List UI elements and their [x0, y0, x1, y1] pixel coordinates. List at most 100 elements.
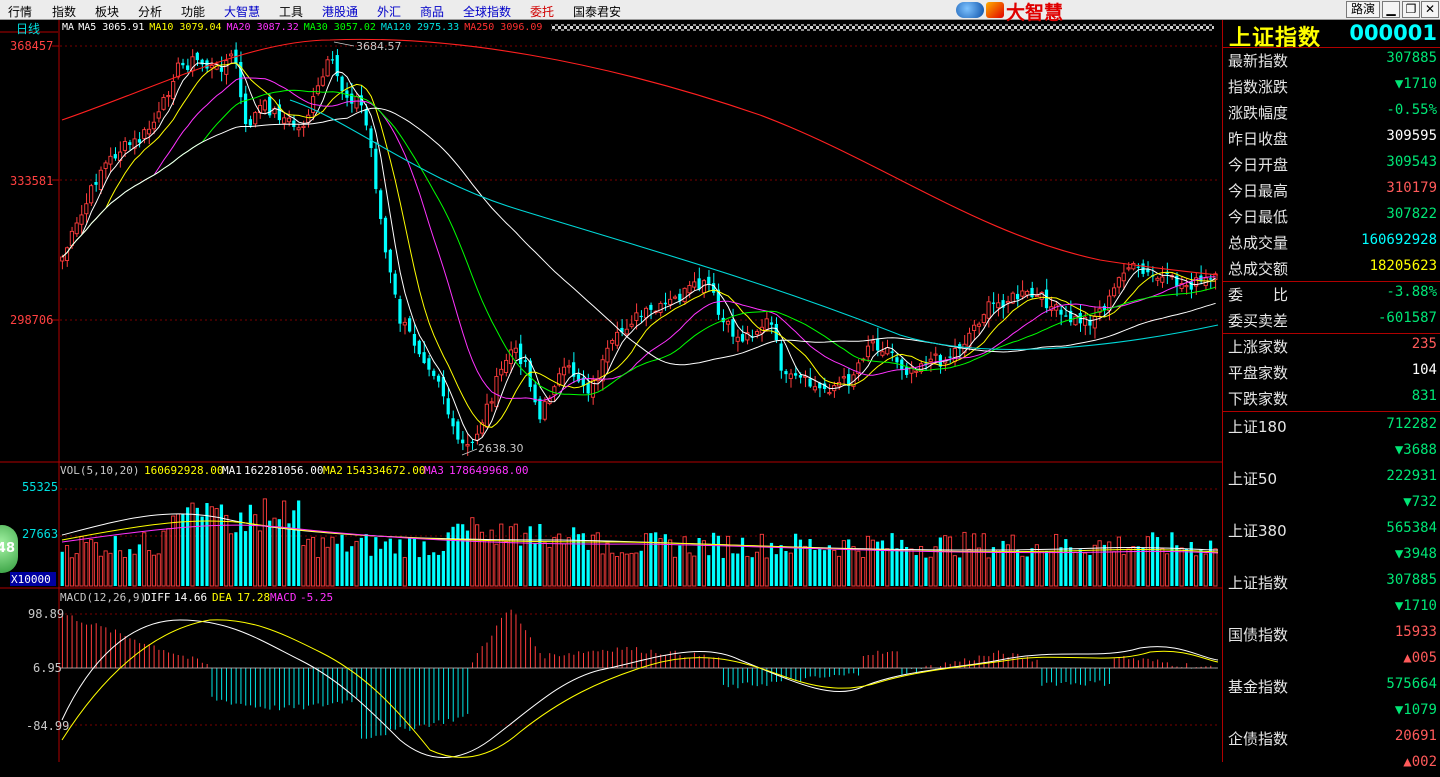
candle-body — [432, 370, 436, 376]
menu-item-global-index[interactable]: 全球指数 — [463, 3, 511, 20]
volume-bar — [904, 546, 909, 586]
volume-bar — [142, 532, 147, 587]
macd-axis-label-low: -84.99 — [26, 719, 69, 733]
quote-row-label: 涨跌幅度 — [1228, 104, 1289, 122]
roadshow-button[interactable]: 路演 — [1346, 1, 1380, 18]
index-quote-item[interactable]: 国债指数 15933 ▲005 — [1223, 621, 1440, 673]
volume-bar — [1199, 548, 1203, 586]
volume-bar — [827, 545, 831, 586]
menu-item-functions[interactable]: 功能 — [181, 3, 205, 20]
volume-bar — [1092, 544, 1097, 587]
candle-body — [827, 392, 832, 395]
quote-row-label: 今日开盘 — [1228, 156, 1289, 174]
candle-body — [74, 222, 79, 235]
candle-body — [398, 299, 402, 324]
volume-bar — [234, 532, 238, 586]
period-label[interactable]: 日线 — [16, 22, 40, 36]
menu-item-hk-connect[interactable]: 港股通 — [322, 3, 358, 20]
volume-bar — [1208, 540, 1213, 586]
index-quote-item[interactable]: 基金指数 575664 ▼1079 — [1223, 673, 1440, 725]
volume-bar — [542, 542, 547, 587]
volume-bar — [1170, 532, 1174, 586]
candle-body — [84, 203, 89, 215]
quote-row: 昨日收盘 309595 — [1223, 125, 1440, 151]
volume-bar — [209, 506, 214, 587]
macd-dea-line — [61, 619, 1219, 758]
menu-item-dzh[interactable]: 大智慧 — [224, 3, 260, 20]
candle-body — [523, 360, 528, 362]
quote-row-value: -0.55% — [1386, 102, 1437, 118]
volume-bar — [402, 557, 407, 587]
menu-item-analysis[interactable]: 分析 — [138, 3, 162, 20]
minimize-icon[interactable]: ▁ — [1382, 1, 1400, 18]
candle-body — [1015, 293, 1020, 300]
volume-bar — [552, 536, 557, 587]
volume-panel — [60, 498, 1219, 587]
candle-body — [108, 155, 113, 165]
volume-bar — [701, 540, 707, 587]
menu-item-gtja[interactable]: 国泰君安 — [573, 3, 621, 20]
vol-legend-ma3: 178649968.00 — [449, 464, 528, 477]
volume-bar — [422, 541, 426, 586]
volume-bar — [1155, 537, 1160, 586]
volume-bar — [74, 553, 79, 587]
volume-bar — [393, 553, 397, 586]
menu-item-commodity[interactable]: 商品 — [420, 3, 444, 20]
volume-bar — [851, 546, 856, 587]
volume-bar — [1141, 547, 1145, 586]
menu-item-forex[interactable]: 外汇 — [377, 3, 401, 20]
volume-bar — [692, 555, 697, 587]
volume-bar — [461, 524, 465, 586]
candle-body — [538, 398, 542, 420]
volume-bar — [764, 557, 769, 587]
candle-body — [301, 125, 306, 128]
menu-item-trade[interactable]: 委托 — [530, 3, 554, 20]
volume-bar — [1049, 550, 1054, 587]
volume-bar — [678, 545, 682, 586]
close-icon[interactable]: ✕ — [1421, 1, 1439, 18]
volume-bar — [1126, 548, 1131, 587]
index-quote-item[interactable]: 企债指数 20691 ▲002 — [1223, 725, 1440, 777]
menu-item-quotes[interactable]: 行情 — [8, 3, 32, 20]
candle-body — [735, 336, 740, 342]
volume-bar — [513, 523, 518, 587]
notification-badge[interactable]: 48 — [0, 525, 18, 573]
ma-legend-item: MA10 3079.04 — [149, 22, 221, 33]
volume-bar — [195, 507, 199, 586]
candle-body — [779, 343, 783, 371]
volume-bar — [451, 526, 455, 586]
menu-item-index[interactable]: 指数 — [52, 3, 76, 20]
quote-row-value: 18205623 — [1369, 258, 1437, 274]
quote-panel: 上证指数 000001 最新指数 307885 指数涨跌 ▼1710 涨跌幅度 -0.55… — [1222, 20, 1440, 770]
candle-body — [113, 154, 117, 159]
candle-body — [643, 307, 649, 319]
index-quote-item[interactable]: 上证50 222931 ▼732 — [1223, 465, 1440, 517]
quote-separator — [1223, 281, 1440, 282]
candle-body — [697, 278, 701, 290]
candle-body — [890, 351, 894, 354]
index-quote-value: 565384 — [1386, 520, 1437, 536]
volume-bar — [880, 540, 885, 586]
volume-bar — [938, 537, 942, 586]
menu-item-tools[interactable]: 工具 — [279, 3, 303, 20]
quote-row-label: 总成交额 — [1228, 260, 1289, 278]
volume-bar — [962, 531, 967, 587]
restore-icon[interactable]: ❐ — [1402, 1, 1420, 18]
candle-body — [60, 256, 65, 262]
menu-item-sector[interactable]: 板块 — [95, 3, 119, 20]
quote-row-value: 307885 — [1386, 50, 1437, 66]
candle-body — [981, 314, 986, 324]
volume-bar — [643, 533, 649, 587]
volume-bar — [1015, 549, 1020, 586]
ma10-line — [62, 62, 1216, 428]
kline-chart[interactable]: 日线 MA MA5 3065.91 MA10 3079.04 MA20 3087.32… — [0, 20, 1222, 762]
index-quote-item[interactable]: 上证指数 307885 ▼1710 — [1223, 569, 1440, 621]
volume-bar — [976, 547, 982, 587]
volume-bar — [518, 545, 523, 586]
candle-body — [672, 296, 678, 299]
index-quote-item[interactable]: 上证380 565384 ▼3948 — [1223, 517, 1440, 569]
volume-bar — [79, 536, 84, 587]
volume-bar — [146, 550, 152, 587]
index-quote-item[interactable]: 上证180 712282 ▼3688 — [1223, 413, 1440, 465]
volume-bar — [687, 552, 692, 587]
